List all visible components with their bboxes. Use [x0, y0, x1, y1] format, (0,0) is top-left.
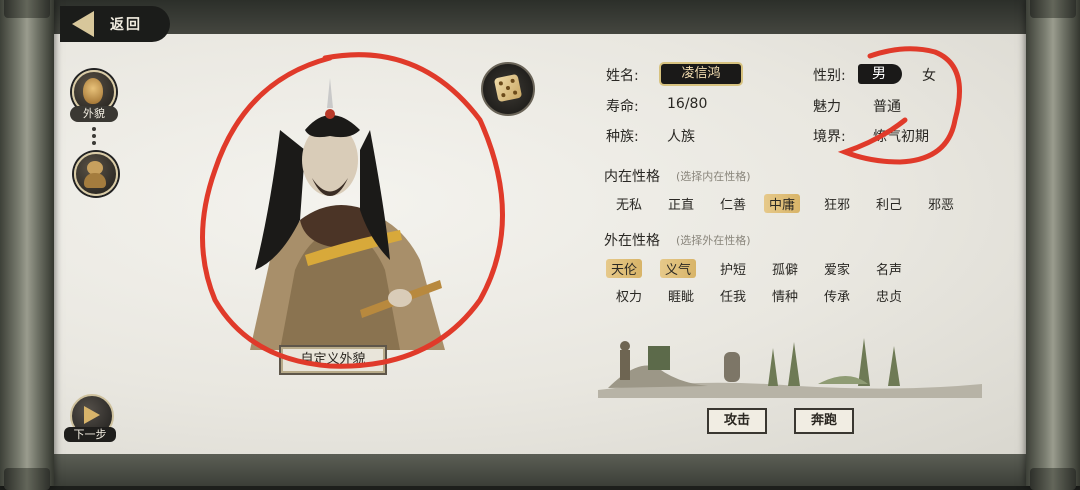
life-label: 寿命:: [606, 99, 639, 115]
inner-trait[interactable]: 正直: [668, 194, 694, 213]
landscape-illustration: [598, 338, 982, 398]
race-value: 人族: [667, 129, 695, 145]
figure-tab[interactable]: [74, 152, 118, 196]
outer-trait[interactable]: 护短: [720, 259, 746, 278]
inner-trait[interactable]: 无私: [616, 194, 642, 213]
customize-appearance-button[interactable]: 自定义外貌: [279, 345, 387, 375]
attack-button[interactable]: 攻击: [707, 408, 767, 434]
inner-trait[interactable]: 仁善: [720, 194, 746, 213]
outer-trait[interactable]: 名声: [876, 259, 902, 278]
life-value: 16/80: [667, 96, 708, 112]
outer-trait[interactable]: 传承: [824, 286, 850, 305]
more-dots-icon: [92, 127, 96, 148]
outer-trait[interactable]: 爱家: [824, 259, 850, 278]
outer-trait-selected[interactable]: 天伦: [606, 259, 643, 278]
outer-trait[interactable]: 任我: [720, 286, 746, 305]
outer-personality-title: 外在性格: [604, 233, 660, 249]
race-label: 种族:: [606, 129, 639, 145]
inner-trait-selected[interactable]: 中庸: [764, 194, 801, 213]
outer-trait[interactable]: 权力: [616, 286, 642, 305]
outer-trait[interactable]: 情种: [772, 286, 798, 305]
back-button[interactable]: 返回: [60, 6, 170, 42]
outer-trait-selected[interactable]: 义气: [660, 259, 697, 278]
right-scroll-roller: [1026, 0, 1080, 490]
charm-value: 普通: [873, 99, 901, 115]
inner-trait[interactable]: 利己: [876, 194, 902, 213]
realm-value: 炼气初期: [873, 129, 929, 145]
dice-icon: [493, 73, 523, 103]
name-label: 姓名:: [606, 68, 639, 84]
next-step-label: 下一步: [64, 427, 116, 442]
realm-label: 境界:: [813, 129, 846, 145]
face-icon: [83, 78, 103, 104]
gender-female-option[interactable]: 女: [922, 65, 936, 85]
name-field[interactable]: 凌信鸿: [661, 64, 741, 84]
gender-label: 性别:: [813, 68, 846, 84]
character-portrait: [250, 78, 445, 350]
outer-trait[interactable]: 睚眦: [668, 286, 694, 305]
gender-male-option[interactable]: 男: [858, 64, 902, 84]
left-scroll-roller: [0, 0, 54, 490]
inner-trait[interactable]: 狂邪: [824, 194, 850, 213]
inner-personality-hint: (选择内在性格): [676, 170, 751, 183]
appearance-tab-label: 外貌: [70, 106, 118, 122]
outer-trait[interactable]: 孤僻: [772, 259, 798, 278]
inner-personality-title: 内在性格: [604, 169, 660, 185]
outer-personality-hint: (选择外在性格): [676, 234, 751, 247]
back-label: 返回: [110, 17, 142, 33]
outer-trait[interactable]: 忠贞: [876, 286, 902, 305]
randomize-dice-button[interactable]: [481, 62, 535, 116]
inner-trait[interactable]: 邪恶: [928, 194, 954, 213]
figure-body-icon: [84, 173, 106, 188]
bottom-border: [54, 454, 1026, 486]
charm-label: 魅力: [813, 99, 841, 115]
top-border: [54, 0, 1026, 34]
back-arrow-icon: [72, 11, 94, 37]
flee-button[interactable]: 奔跑: [794, 408, 854, 434]
